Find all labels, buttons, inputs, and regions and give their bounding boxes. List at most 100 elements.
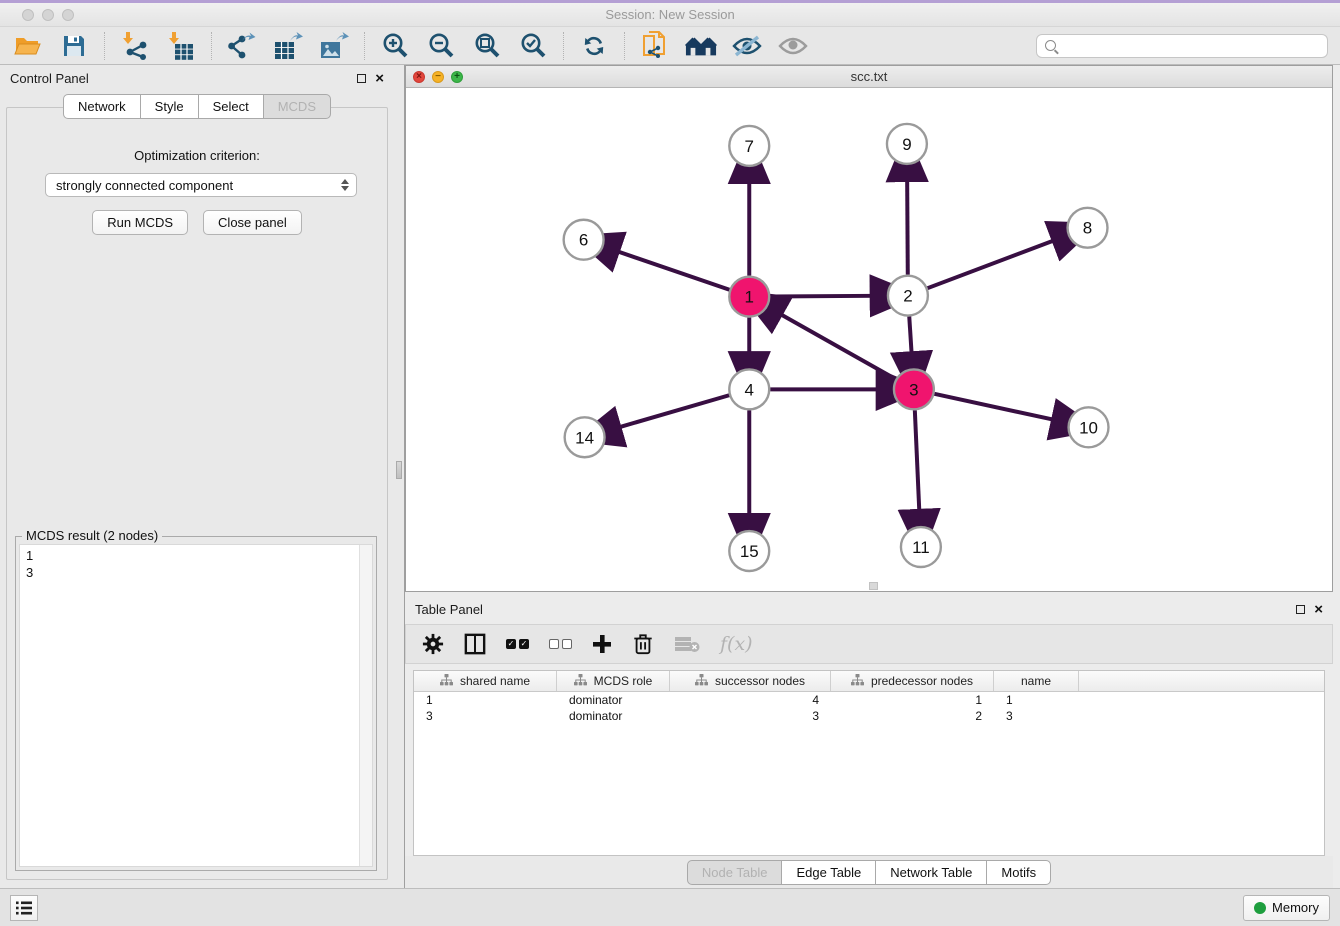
toolbar-separator (364, 32, 365, 60)
svg-text:11: 11 (912, 538, 930, 557)
tab-style[interactable]: Style (140, 94, 199, 119)
result-scrollbar[interactable] (359, 545, 372, 866)
table-cell[interactable]: 3 (994, 709, 1079, 723)
tab-edge-table[interactable]: Edge Table (781, 860, 876, 885)
graph-edge-1-6[interactable] (616, 251, 730, 290)
add-column-icon[interactable] (592, 630, 612, 658)
import-table-icon[interactable] (165, 31, 197, 61)
window-titlebar: Session: New Session (0, 3, 1340, 27)
search-field[interactable] (1036, 34, 1328, 58)
table-body: 1dominator4113dominator323 (414, 692, 1324, 724)
import-network-icon[interactable] (119, 31, 151, 61)
tab-motifs[interactable]: Motifs (986, 860, 1051, 885)
mcds-result-list[interactable]: 1 3 (19, 544, 373, 867)
task-history-button[interactable] (10, 895, 38, 921)
table-panel: Table Panel × ✓✓ (405, 596, 1333, 888)
refresh-icon[interactable] (578, 31, 610, 61)
graph-node-10[interactable]: 10 (1069, 407, 1109, 447)
network-canvas[interactable]: 7 9 6 8 1 2 4 3 14 10 15 11 (406, 88, 1332, 591)
graph-edge-2-9[interactable] (907, 178, 908, 275)
column-header-shared-name[interactable]: shared name (414, 671, 557, 691)
table-cell[interactable]: dominator (557, 693, 670, 707)
float-table-panel-icon[interactable] (1296, 605, 1305, 614)
graph-edge-3-11[interactable] (915, 410, 920, 513)
network-window-titlebar[interactable]: × − + scc.txt (406, 66, 1332, 88)
column-header-name[interactable]: name (994, 671, 1079, 691)
table-cell[interactable]: 1 (414, 693, 557, 707)
function-builder-icon-disabled: f(x) (720, 630, 753, 658)
tab-select[interactable]: Select (198, 94, 264, 119)
canvas-splitter-grip[interactable] (869, 582, 878, 590)
graph-node-9[interactable]: 9 (887, 124, 927, 164)
table-row[interactable]: 1dominator411 (414, 692, 1324, 708)
table-cell[interactable]: dominator (557, 709, 670, 723)
graph-edge-3-10[interactable] (934, 394, 1055, 420)
panel-splitter[interactable] (394, 65, 405, 888)
open-file-icon[interactable] (12, 31, 44, 61)
table-cell[interactable]: 4 (670, 693, 831, 707)
export-network-icon[interactable] (226, 31, 258, 61)
tab-network-table[interactable]: Network Table (875, 860, 987, 885)
graph-node-4[interactable]: 4 (729, 369, 769, 409)
graph-edge-2-8[interactable] (928, 240, 1056, 288)
split-columns-icon[interactable] (464, 630, 486, 658)
svg-text:4: 4 (745, 380, 754, 399)
graph-node-3[interactable]: 3 (894, 369, 934, 409)
graph-node-14[interactable]: 14 (565, 417, 605, 457)
graph-edge-4-14[interactable] (617, 395, 729, 428)
svg-text:9: 9 (902, 135, 911, 154)
select-all-checkboxes-icon[interactable]: ✓✓ (506, 630, 529, 658)
zoom-out-icon[interactable] (425, 31, 457, 61)
zoom-fit-icon[interactable] (471, 31, 503, 61)
graph-edge-3-1[interactable] (779, 313, 896, 379)
tab-network[interactable]: Network (63, 94, 141, 119)
graph-node-11[interactable]: 11 (901, 527, 941, 567)
first-neighbors-icon[interactable] (685, 31, 717, 61)
search-icon (1045, 40, 1056, 51)
tab-node-table[interactable]: Node Table (687, 860, 783, 885)
column-header-successor-nodes[interactable]: successor nodes (670, 671, 831, 691)
close-table-panel-icon[interactable]: × (1314, 602, 1323, 617)
memory-button[interactable]: Memory (1243, 895, 1330, 921)
column-header-predecessor-nodes[interactable]: predecessor nodes (831, 671, 994, 691)
show-all-icon[interactable] (777, 31, 809, 61)
table-cell[interactable]: 3 (414, 709, 557, 723)
network-from-selection-icon[interactable] (639, 31, 671, 61)
float-panel-icon[interactable] (357, 74, 366, 83)
delete-column-icon[interactable] (632, 630, 654, 658)
search-input[interactable] (1062, 39, 1319, 53)
export-image-icon[interactable] (318, 31, 350, 61)
hide-selected-icon[interactable] (731, 31, 763, 61)
close-panel-button[interactable]: Close panel (203, 210, 302, 235)
graph-node-2[interactable]: 2 (888, 276, 928, 316)
control-panel-tabs: NetworkStyleSelectMCDS (0, 94, 394, 119)
tab-mcds[interactable]: MCDS (263, 94, 331, 119)
table-cell[interactable]: 3 (670, 709, 831, 723)
graph-node-1[interactable]: 1 (729, 277, 769, 317)
table-row[interactable]: 3dominator323 (414, 708, 1324, 724)
zoom-selected-icon[interactable] (517, 31, 549, 61)
table-cell[interactable]: 1 (994, 693, 1079, 707)
graph-edge-2-3[interactable] (909, 317, 911, 356)
graph-node-6[interactable]: 6 (564, 220, 604, 260)
criterion-select[interactable]: strongly connected component (45, 173, 357, 197)
splitter-grip[interactable] (396, 461, 402, 479)
close-panel-icon[interactable]: × (375, 71, 384, 86)
save-session-icon[interactable] (58, 31, 90, 61)
graph-node-15[interactable]: 15 (729, 531, 769, 571)
table-tabs-bar: Node TableEdge TableNetwork TableMotifs (405, 856, 1333, 888)
table-cell[interactable]: 1 (831, 693, 994, 707)
deselect-checkboxes-icon[interactable] (549, 630, 572, 658)
window-title: Session: New Session (0, 7, 1340, 22)
graph-node-8[interactable]: 8 (1068, 208, 1108, 248)
settings-gear-icon[interactable] (422, 630, 444, 658)
run-mcds-button[interactable]: Run MCDS (92, 210, 188, 235)
graph-node-7[interactable]: 7 (729, 126, 769, 166)
right-column: × − + scc.txt 7968124314101511 Table Pan… (405, 65, 1340, 888)
export-table-icon[interactable] (272, 31, 304, 61)
zoom-in-icon[interactable] (379, 31, 411, 61)
table-cell[interactable]: 2 (831, 709, 994, 723)
delete-table-icon-disabled (674, 630, 700, 658)
column-header-MCDS-role[interactable]: MCDS role (557, 671, 670, 691)
graph-edge-1-2[interactable] (770, 296, 874, 297)
